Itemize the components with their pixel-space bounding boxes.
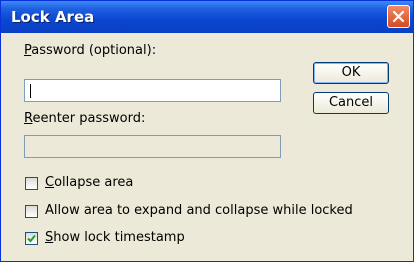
show-lock-timestamp-checkbox[interactable]: [25, 232, 38, 245]
password-input[interactable]: [24, 79, 281, 102]
reenter-label-rest: eenter password:: [32, 111, 146, 126]
cancel-button-label: Cancel: [328, 95, 374, 110]
title-bar[interactable]: Lock Area: [1, 1, 413, 33]
text-caret: [30, 84, 31, 98]
ok-button-label: OK: [341, 65, 361, 80]
cancel-button[interactable]: Cancel: [313, 92, 389, 114]
close-icon: [392, 10, 405, 23]
show-lock-timestamp-label-rest: how lock timestamp: [53, 230, 185, 245]
reenter-password-label: Reenter password:: [24, 111, 146, 126]
password-label-rest: assword (optional):: [31, 43, 157, 58]
show-lock-timestamp-label[interactable]: Show lock timestamp: [45, 230, 185, 245]
close-button[interactable]: [387, 5, 410, 28]
collapse-area-label-rest: ollapse area: [54, 175, 134, 190]
collapse-area-checkbox[interactable]: [25, 177, 38, 190]
allow-expand-collapse-checkbox[interactable]: [25, 205, 38, 218]
ok-button[interactable]: OK: [313, 62, 389, 84]
dialog-title: Lock Area: [11, 8, 95, 26]
lock-area-dialog: Lock Area Password (optional): Reenter p…: [0, 0, 414, 262]
collapse-area-label[interactable]: Collapse area: [45, 175, 133, 190]
reenter-password-input[interactable]: [24, 135, 281, 158]
check-icon: [27, 234, 36, 243]
password-label: Password (optional):: [24, 43, 157, 58]
allow-expand-collapse-label[interactable]: Allow area to expand and collapse while …: [45, 203, 353, 218]
